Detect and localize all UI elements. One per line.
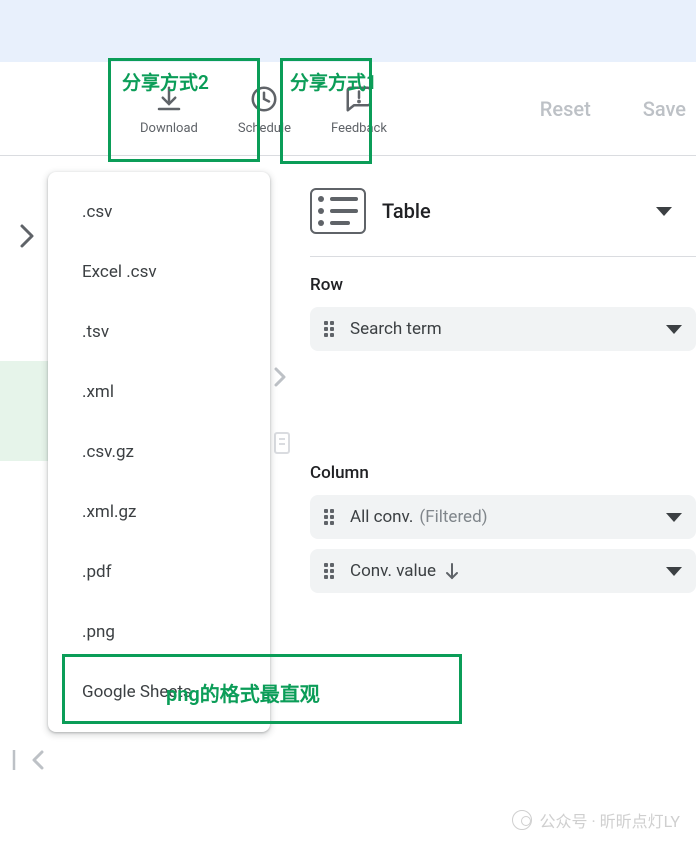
wechat-icon [512, 810, 532, 830]
grip-icon [324, 563, 338, 579]
menu-item-tsv[interactable]: .tsv [48, 302, 270, 362]
schedule-button[interactable]: Schedule [218, 71, 311, 146]
menu-item-csv-gz[interactable]: .csv.gz [48, 422, 270, 482]
menu-item-pdf[interactable]: .pdf [48, 542, 270, 602]
column-chip-1-label: All conv. [350, 507, 413, 527]
menu-item-google-sheets[interactable]: Google Sheets [48, 662, 270, 722]
feedback-button[interactable]: Feedback [311, 71, 407, 146]
download-button[interactable]: Download [120, 71, 218, 146]
chevron-down-icon [666, 325, 682, 334]
menu-item-xml-gz[interactable]: .xml.gz [48, 482, 270, 542]
feedback-label: Feedback [331, 121, 387, 136]
clock-icon [249, 81, 279, 117]
expand-icon[interactable] [18, 222, 36, 250]
feedback-icon [344, 81, 374, 117]
download-menu: .csv Excel .csv .tsv .xml .csv.gz .xml.g… [48, 172, 270, 732]
column-chip-2-label: Conv. value [350, 561, 436, 581]
save-button[interactable]: Save [617, 97, 696, 121]
column-section-label: Column [310, 463, 696, 483]
top-banner [0, 0, 696, 62]
toolbar: Download Schedule Feedback Reset Save [0, 62, 696, 156]
sidebar-config: Table Row Search term Column All conv. (… [294, 156, 696, 603]
schedule-label: Schedule [238, 121, 291, 136]
collapse-icon[interactable] [273, 366, 287, 388]
watermark-text: 公众号 · 昕昕点灯LY [540, 808, 680, 832]
download-label: Download [140, 121, 198, 136]
chevron-down-icon [666, 513, 682, 522]
menu-item-csv[interactable]: .csv [48, 182, 270, 242]
row-section-label: Row [310, 275, 696, 295]
menu-item-xml[interactable]: .xml [48, 362, 270, 422]
grip-icon [324, 509, 338, 525]
grip-icon [324, 321, 338, 337]
download-icon [154, 81, 184, 117]
pagination-first[interactable] [12, 748, 46, 772]
menu-item-png[interactable]: .png [48, 602, 270, 662]
viz-selector[interactable]: Table [310, 176, 696, 257]
row-chip[interactable]: Search term [310, 307, 696, 351]
left-rail [0, 156, 50, 603]
highlighted-rows [0, 361, 50, 461]
reset-button[interactable]: Reset [514, 97, 617, 121]
column-chip-2[interactable]: Conv. value [310, 549, 696, 593]
row-chip-label: Search term [350, 319, 442, 339]
sort-descending-icon [444, 562, 460, 580]
viz-label: Table [382, 199, 431, 223]
sheet-icon [274, 432, 290, 454]
chevron-down-icon [656, 207, 672, 216]
chevron-down-icon [666, 567, 682, 576]
column-chip-1[interactable]: All conv. (Filtered) [310, 495, 696, 539]
watermark: 公众号 · 昕昕点灯LY [512, 808, 680, 832]
menu-item-excel-csv[interactable]: Excel .csv [48, 242, 270, 302]
column-chip-1-filtered: (Filtered) [419, 507, 487, 527]
table-icon [310, 188, 366, 234]
